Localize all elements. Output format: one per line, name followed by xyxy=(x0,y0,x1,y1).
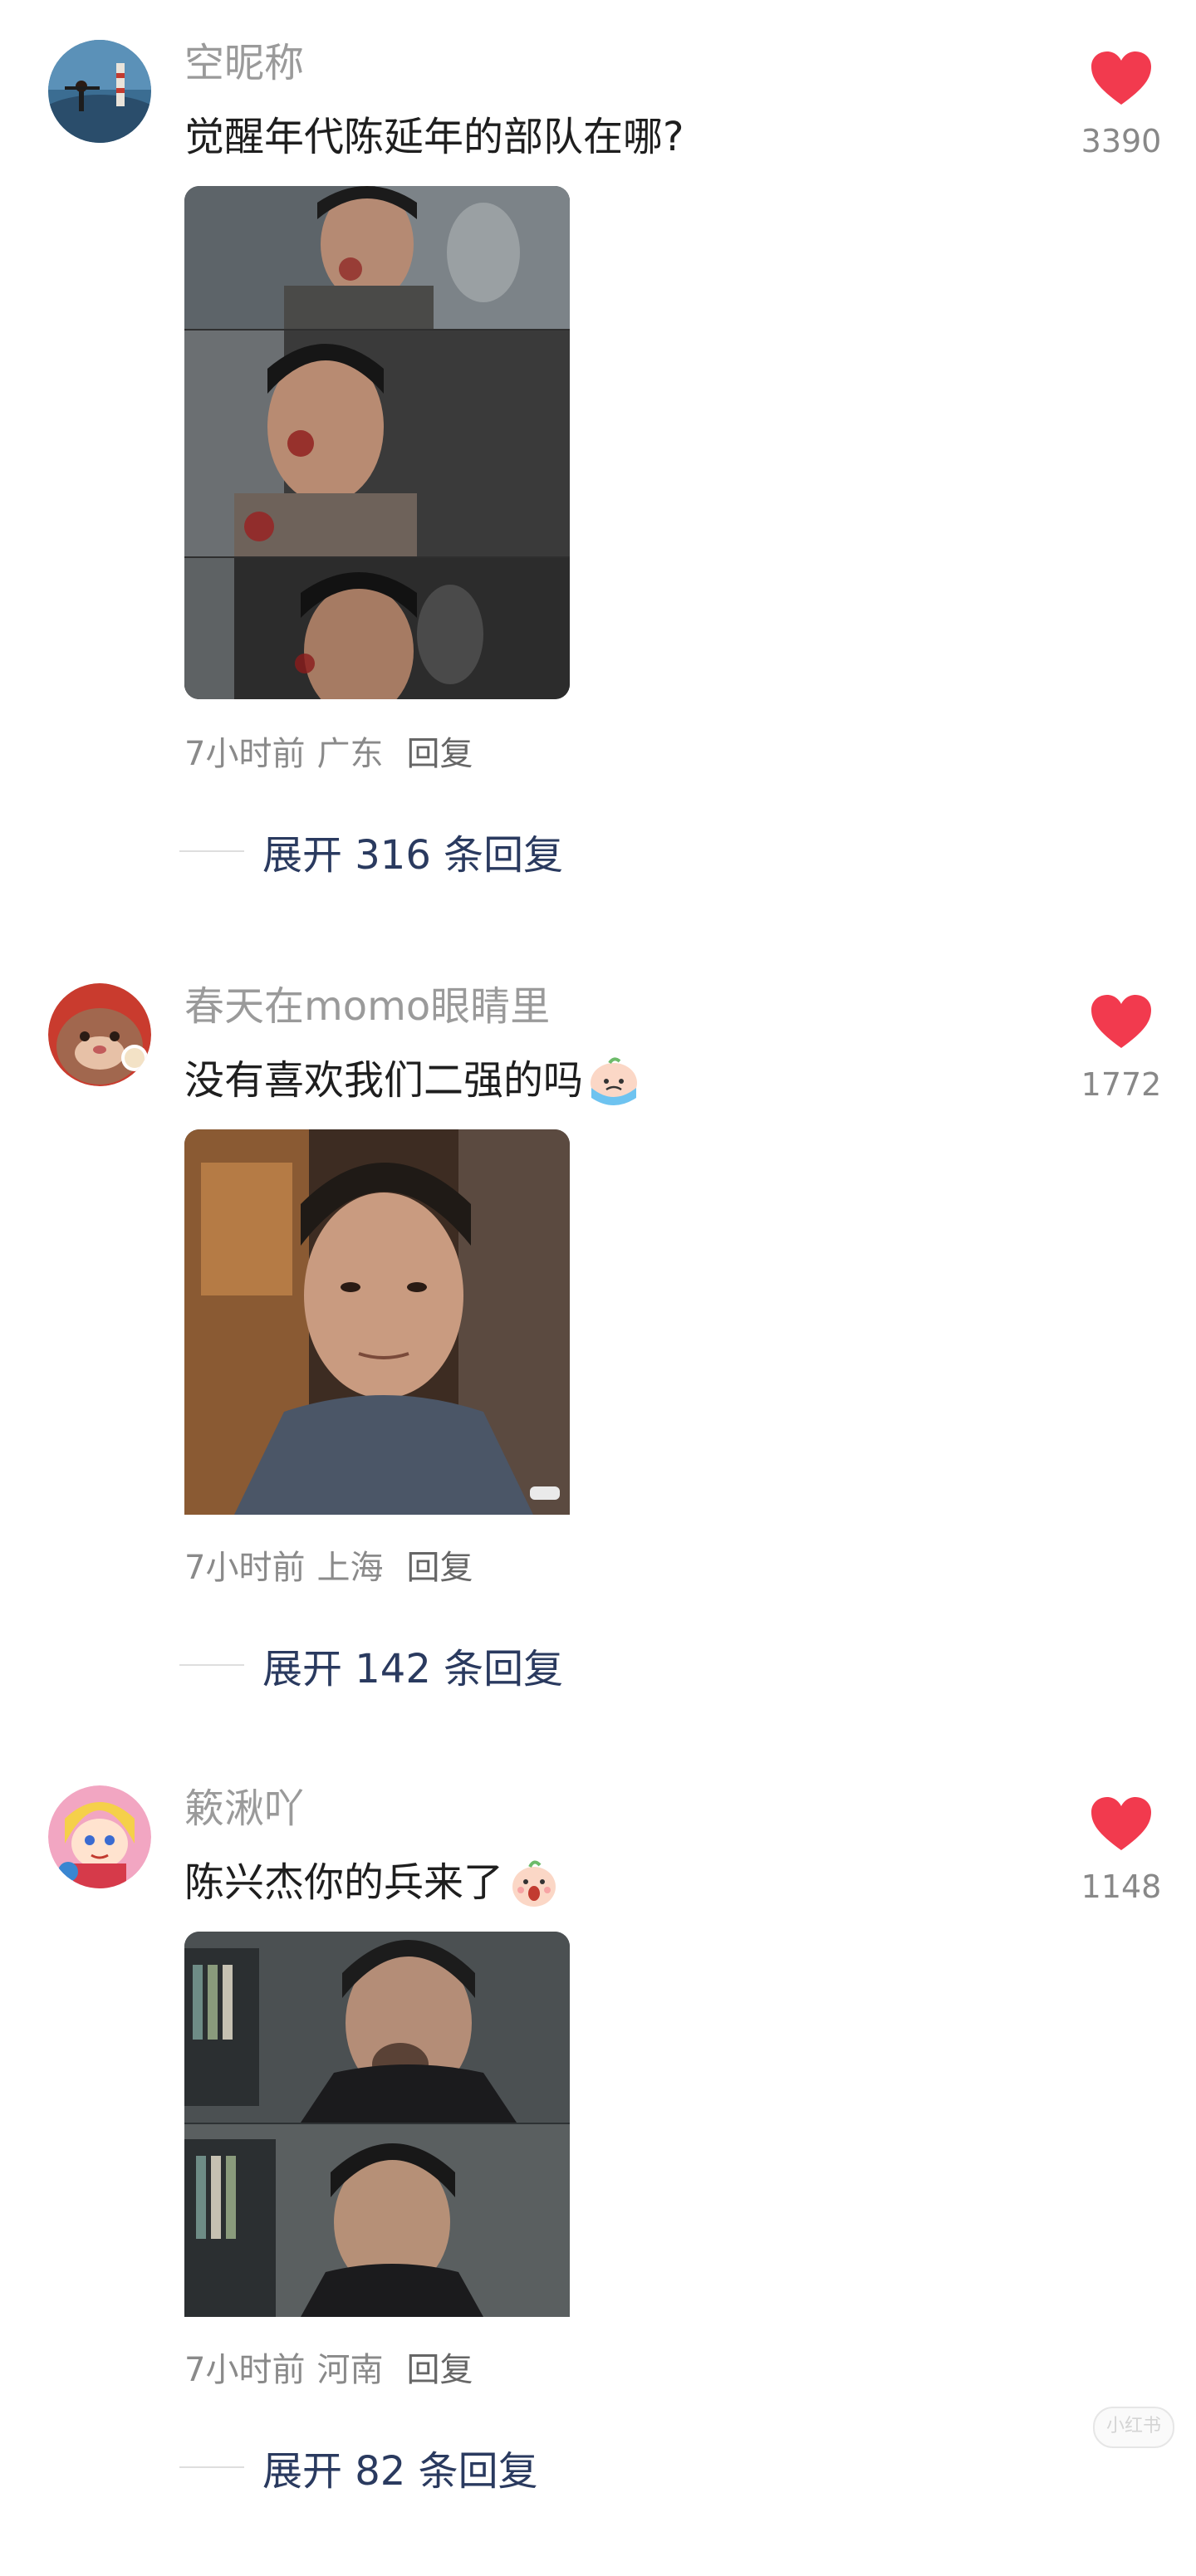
divider-line xyxy=(179,2466,244,2468)
reply-button[interactable]: 回复 xyxy=(406,735,473,773)
user-avatar[interactable] xyxy=(48,983,151,1086)
comment-meta: 7小时前 广东 回复 xyxy=(184,731,484,777)
heart-icon[interactable] xyxy=(1090,1795,1153,1854)
expand-replies-label[interactable]: 展开 316 条回复 xyxy=(262,822,563,880)
comment-text: 觉醒年代陈延年的部队在哪? xyxy=(184,110,684,164)
expand-replies-button[interactable]: 展开 316 条回复 xyxy=(179,822,563,880)
like-count: 1148 xyxy=(1081,1868,1162,1905)
heart-icon[interactable] xyxy=(1090,993,1153,1051)
reply-button[interactable]: 回复 xyxy=(406,1549,473,1587)
comment-time: 7小时前 xyxy=(184,2351,306,2389)
comment-item: 空昵称 觉醒年代陈延年的部队在哪? 3390 7小时前 广东 回复 展开 316… xyxy=(0,0,1196,879)
comment-location: 广东 xyxy=(316,735,384,773)
comment-time: 7小时前 xyxy=(184,735,306,773)
username[interactable]: 春天在momo眼睛里 xyxy=(184,980,550,1033)
heart-icon[interactable] xyxy=(1090,50,1153,108)
comment-text-content: 没有喜欢我们二强的吗 xyxy=(184,1057,584,1104)
user-avatar[interactable] xyxy=(48,40,151,143)
divider-line xyxy=(179,850,244,852)
comment-text-content: 觉醒年代陈延年的部队在哪? xyxy=(184,114,684,160)
reply-button[interactable]: 回复 xyxy=(406,2351,473,2389)
comment-meta: 7小时前 河南 回复 xyxy=(184,2347,484,2393)
like-button[interactable]: 1148 xyxy=(1071,1795,1171,1905)
like-button[interactable]: 3390 xyxy=(1071,50,1171,159)
comment-text: 陈兴杰你的兵来了 xyxy=(184,1855,560,1910)
comment-item: 春天在momo眼睛里 没有喜欢我们二强的吗 1772 7小时前 上海 回复 展开… xyxy=(0,943,1196,1774)
expand-replies-label[interactable]: 展开 82 条回复 xyxy=(262,2438,538,2496)
expand-replies-button[interactable]: 展开 82 条回复 xyxy=(179,2438,538,2496)
expand-replies-label[interactable]: 展开 142 条回复 xyxy=(262,1636,563,1694)
user-avatar[interactable] xyxy=(48,1785,151,1888)
comment-text-content: 陈兴杰你的兵来了 xyxy=(184,1859,504,1906)
like-count: 1772 xyxy=(1081,1066,1162,1103)
like-count: 3390 xyxy=(1081,123,1162,159)
expand-replies-button[interactable]: 展开 142 条回复 xyxy=(179,1636,563,1694)
comment-location: 河南 xyxy=(316,2351,384,2389)
crying-face-emoji-icon xyxy=(588,1055,640,1106)
comment-time: 7小时前 xyxy=(184,1549,306,1587)
surprised-face-emoji-icon xyxy=(508,1857,560,1908)
comment-text: 没有喜欢我们二强的吗 xyxy=(184,1053,640,1108)
username[interactable]: 空昵称 xyxy=(184,37,304,90)
comment-image[interactable] xyxy=(184,186,570,699)
watermark-badge: 小红书 xyxy=(1093,2407,1174,2448)
comment-location: 上海 xyxy=(316,1549,384,1587)
comment-item: 簌湫吖 陈兴杰你的兵来了 1148 7小时前 河南 回复 展开 82 条回复 xyxy=(0,1746,1196,2576)
like-button[interactable]: 1772 xyxy=(1071,993,1171,1103)
divider-line xyxy=(179,1664,244,1666)
comment-meta: 7小时前 上海 回复 xyxy=(184,1545,484,1591)
username[interactable]: 簌湫吖 xyxy=(184,1782,304,1835)
